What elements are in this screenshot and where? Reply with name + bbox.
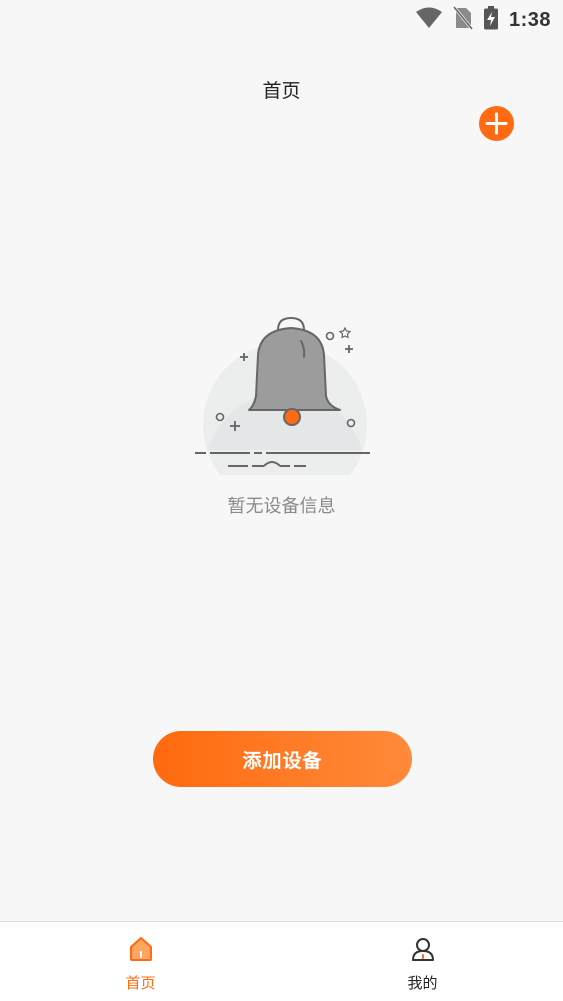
- battery-charging-icon: [483, 6, 499, 34]
- tab-bar: 首页 我的: [0, 921, 563, 1001]
- page-title: 首页: [262, 80, 301, 102]
- tab-home[interactable]: 首页: [0, 922, 281, 1001]
- tab-mine[interactable]: 我的: [282, 922, 563, 1001]
- wifi-icon: [415, 7, 443, 33]
- bell-icon: [190, 310, 374, 507]
- status-icons: 1:38: [415, 6, 551, 34]
- plus-circle-icon[interactable]: [479, 106, 514, 141]
- status-time: 1:38: [508, 8, 551, 31]
- empty-state-message: 暂无设备信息: [227, 496, 336, 517]
- tab-label-mine: 我的: [407, 974, 438, 992]
- tab-label-home: 首页: [125, 974, 156, 992]
- user-icon: [410, 936, 436, 962]
- status-bar: 1:38: [0, 0, 563, 38]
- add-device-button[interactable]: 添加设备: [153, 731, 412, 787]
- no-sim-icon: [452, 6, 474, 34]
- home-icon: [128, 936, 154, 962]
